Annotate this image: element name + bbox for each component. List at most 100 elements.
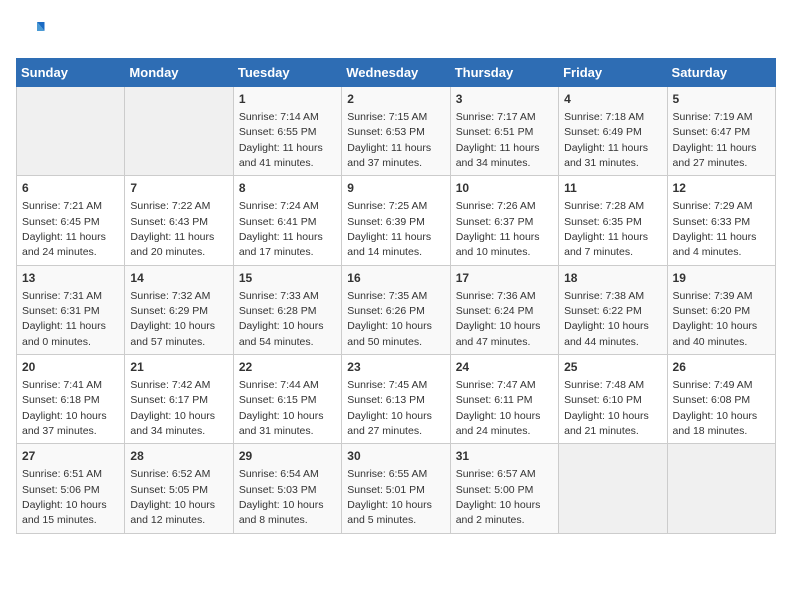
day-number: 18 xyxy=(564,270,661,287)
day-info: Sunrise: 7:36 AMSunset: 6:24 PMDaylight:… xyxy=(456,290,541,348)
day-number: 13 xyxy=(22,270,119,287)
calendar-cell: 4 Sunrise: 7:18 AMSunset: 6:49 PMDayligh… xyxy=(559,87,667,176)
calendar-cell: 24 Sunrise: 7:47 AMSunset: 6:11 PMDaylig… xyxy=(450,355,558,444)
day-number: 8 xyxy=(239,180,336,197)
day-number: 27 xyxy=(22,448,119,465)
day-info: Sunrise: 7:47 AMSunset: 6:11 PMDaylight:… xyxy=(456,379,541,437)
calendar-cell xyxy=(125,87,233,176)
day-info: Sunrise: 7:24 AMSunset: 6:41 PMDaylight:… xyxy=(239,200,323,258)
day-info: Sunrise: 7:22 AMSunset: 6:43 PMDaylight:… xyxy=(130,200,214,258)
day-number: 4 xyxy=(564,91,661,108)
calendar-cell: 29 Sunrise: 6:54 AMSunset: 5:03 PMDaylig… xyxy=(233,444,341,533)
weekday-header-friday: Friday xyxy=(559,59,667,87)
day-number: 16 xyxy=(347,270,444,287)
calendar-cell: 28 Sunrise: 6:52 AMSunset: 5:05 PMDaylig… xyxy=(125,444,233,533)
calendar-cell: 2 Sunrise: 7:15 AMSunset: 6:53 PMDayligh… xyxy=(342,87,450,176)
calendar-cell: 17 Sunrise: 7:36 AMSunset: 6:24 PMDaylig… xyxy=(450,265,558,354)
day-info: Sunrise: 7:48 AMSunset: 6:10 PMDaylight:… xyxy=(564,379,649,437)
calendar-cell: 7 Sunrise: 7:22 AMSunset: 6:43 PMDayligh… xyxy=(125,176,233,265)
calendar-cell: 18 Sunrise: 7:38 AMSunset: 6:22 PMDaylig… xyxy=(559,265,667,354)
day-number: 26 xyxy=(673,359,770,376)
weekday-header-monday: Monday xyxy=(125,59,233,87)
calendar-cell xyxy=(667,444,775,533)
day-info: Sunrise: 7:44 AMSunset: 6:15 PMDaylight:… xyxy=(239,379,324,437)
calendar-week-5: 27 Sunrise: 6:51 AMSunset: 5:06 PMDaylig… xyxy=(17,444,776,533)
calendar-cell: 15 Sunrise: 7:33 AMSunset: 6:28 PMDaylig… xyxy=(233,265,341,354)
day-number: 19 xyxy=(673,270,770,287)
weekday-header-saturday: Saturday xyxy=(667,59,775,87)
day-number: 9 xyxy=(347,180,444,197)
calendar-week-2: 6 Sunrise: 7:21 AMSunset: 6:45 PMDayligh… xyxy=(17,176,776,265)
day-info: Sunrise: 7:14 AMSunset: 6:55 PMDaylight:… xyxy=(239,111,323,169)
day-info: Sunrise: 7:19 AMSunset: 6:47 PMDaylight:… xyxy=(673,111,757,169)
day-info: Sunrise: 7:32 AMSunset: 6:29 PMDaylight:… xyxy=(130,290,215,348)
day-number: 24 xyxy=(456,359,553,376)
day-info: Sunrise: 6:54 AMSunset: 5:03 PMDaylight:… xyxy=(239,468,324,526)
calendar-cell: 8 Sunrise: 7:24 AMSunset: 6:41 PMDayligh… xyxy=(233,176,341,265)
day-number: 14 xyxy=(130,270,227,287)
day-number: 22 xyxy=(239,359,336,376)
calendar-cell xyxy=(559,444,667,533)
calendar-cell: 19 Sunrise: 7:39 AMSunset: 6:20 PMDaylig… xyxy=(667,265,775,354)
calendar-cell: 14 Sunrise: 7:32 AMSunset: 6:29 PMDaylig… xyxy=(125,265,233,354)
day-info: Sunrise: 7:45 AMSunset: 6:13 PMDaylight:… xyxy=(347,379,432,437)
weekday-header-tuesday: Tuesday xyxy=(233,59,341,87)
day-number: 25 xyxy=(564,359,661,376)
day-info: Sunrise: 7:35 AMSunset: 6:26 PMDaylight:… xyxy=(347,290,432,348)
day-number: 15 xyxy=(239,270,336,287)
calendar-week-1: 1 Sunrise: 7:14 AMSunset: 6:55 PMDayligh… xyxy=(17,87,776,176)
day-number: 31 xyxy=(456,448,553,465)
calendar-cell: 27 Sunrise: 6:51 AMSunset: 5:06 PMDaylig… xyxy=(17,444,125,533)
day-number: 11 xyxy=(564,180,661,197)
day-info: Sunrise: 7:26 AMSunset: 6:37 PMDaylight:… xyxy=(456,200,540,258)
weekday-header-sunday: Sunday xyxy=(17,59,125,87)
weekday-header-row: SundayMondayTuesdayWednesdayThursdayFrid… xyxy=(17,59,776,87)
calendar-cell: 16 Sunrise: 7:35 AMSunset: 6:26 PMDaylig… xyxy=(342,265,450,354)
calendar-cell: 20 Sunrise: 7:41 AMSunset: 6:18 PMDaylig… xyxy=(17,355,125,444)
calendar-cell: 1 Sunrise: 7:14 AMSunset: 6:55 PMDayligh… xyxy=(233,87,341,176)
day-info: Sunrise: 6:57 AMSunset: 5:00 PMDaylight:… xyxy=(456,468,541,526)
calendar-cell: 10 Sunrise: 7:26 AMSunset: 6:37 PMDaylig… xyxy=(450,176,558,265)
day-number: 10 xyxy=(456,180,553,197)
day-number: 17 xyxy=(456,270,553,287)
calendar-cell: 21 Sunrise: 7:42 AMSunset: 6:17 PMDaylig… xyxy=(125,355,233,444)
calendar-cell: 26 Sunrise: 7:49 AMSunset: 6:08 PMDaylig… xyxy=(667,355,775,444)
calendar-cell: 9 Sunrise: 7:25 AMSunset: 6:39 PMDayligh… xyxy=(342,176,450,265)
page-header xyxy=(16,16,776,46)
calendar-cell xyxy=(17,87,125,176)
day-info: Sunrise: 7:31 AMSunset: 6:31 PMDaylight:… xyxy=(22,290,106,348)
day-number: 2 xyxy=(347,91,444,108)
calendar-table: SundayMondayTuesdayWednesdayThursdayFrid… xyxy=(16,58,776,534)
logo-icon xyxy=(16,16,46,46)
day-info: Sunrise: 7:21 AMSunset: 6:45 PMDaylight:… xyxy=(22,200,106,258)
day-number: 1 xyxy=(239,91,336,108)
calendar-cell: 22 Sunrise: 7:44 AMSunset: 6:15 PMDaylig… xyxy=(233,355,341,444)
weekday-header-thursday: Thursday xyxy=(450,59,558,87)
day-number: 12 xyxy=(673,180,770,197)
day-info: Sunrise: 7:49 AMSunset: 6:08 PMDaylight:… xyxy=(673,379,758,437)
day-info: Sunrise: 7:17 AMSunset: 6:51 PMDaylight:… xyxy=(456,111,540,169)
day-number: 20 xyxy=(22,359,119,376)
calendar-week-4: 20 Sunrise: 7:41 AMSunset: 6:18 PMDaylig… xyxy=(17,355,776,444)
day-info: Sunrise: 7:39 AMSunset: 6:20 PMDaylight:… xyxy=(673,290,758,348)
calendar-cell: 5 Sunrise: 7:19 AMSunset: 6:47 PMDayligh… xyxy=(667,87,775,176)
day-info: Sunrise: 6:51 AMSunset: 5:06 PMDaylight:… xyxy=(22,468,107,526)
day-info: Sunrise: 6:55 AMSunset: 5:01 PMDaylight:… xyxy=(347,468,432,526)
calendar-cell: 3 Sunrise: 7:17 AMSunset: 6:51 PMDayligh… xyxy=(450,87,558,176)
calendar-cell: 23 Sunrise: 7:45 AMSunset: 6:13 PMDaylig… xyxy=(342,355,450,444)
weekday-header-wednesday: Wednesday xyxy=(342,59,450,87)
day-info: Sunrise: 7:18 AMSunset: 6:49 PMDaylight:… xyxy=(564,111,648,169)
day-number: 23 xyxy=(347,359,444,376)
calendar-week-3: 13 Sunrise: 7:31 AMSunset: 6:31 PMDaylig… xyxy=(17,265,776,354)
day-info: Sunrise: 6:52 AMSunset: 5:05 PMDaylight:… xyxy=(130,468,215,526)
day-info: Sunrise: 7:41 AMSunset: 6:18 PMDaylight:… xyxy=(22,379,107,437)
day-info: Sunrise: 7:29 AMSunset: 6:33 PMDaylight:… xyxy=(673,200,757,258)
day-number: 6 xyxy=(22,180,119,197)
day-number: 3 xyxy=(456,91,553,108)
day-info: Sunrise: 7:38 AMSunset: 6:22 PMDaylight:… xyxy=(564,290,649,348)
calendar-cell: 30 Sunrise: 6:55 AMSunset: 5:01 PMDaylig… xyxy=(342,444,450,533)
calendar-cell: 12 Sunrise: 7:29 AMSunset: 6:33 PMDaylig… xyxy=(667,176,775,265)
day-number: 7 xyxy=(130,180,227,197)
calendar-cell: 11 Sunrise: 7:28 AMSunset: 6:35 PMDaylig… xyxy=(559,176,667,265)
calendar-cell: 25 Sunrise: 7:48 AMSunset: 6:10 PMDaylig… xyxy=(559,355,667,444)
